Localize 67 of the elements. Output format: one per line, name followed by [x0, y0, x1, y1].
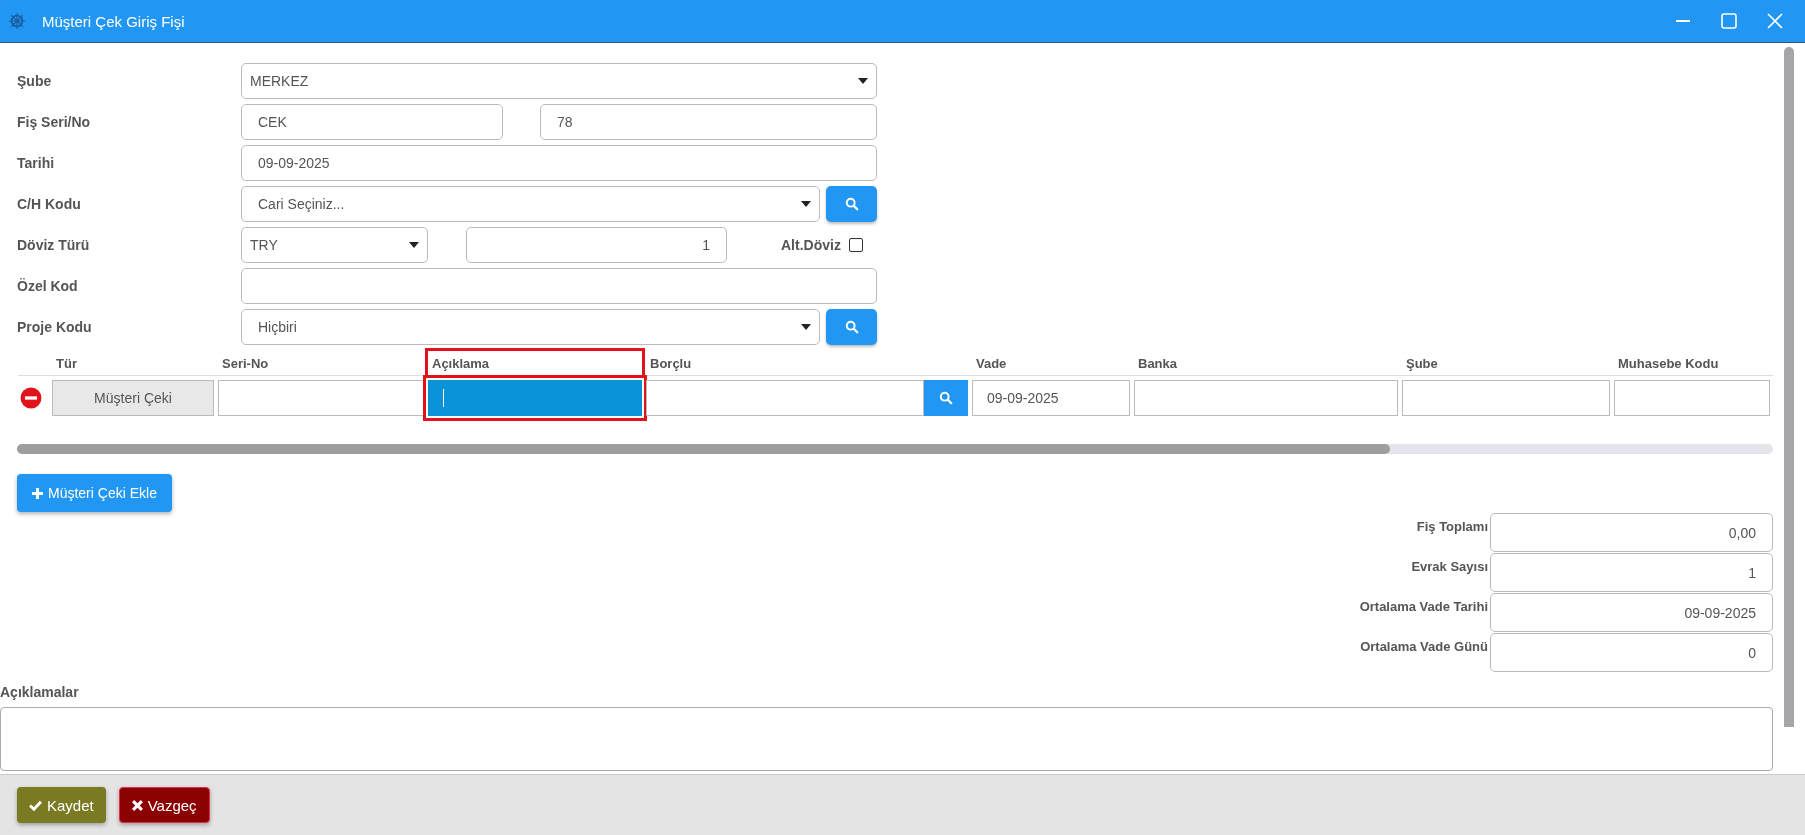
column-header: Banka	[1137, 354, 1179, 373]
close-icon[interactable]	[1765, 11, 1785, 31]
horizontal-scrollbar[interactable]	[17, 444, 1773, 454]
column-header: Seri-No	[221, 354, 270, 373]
search-icon	[844, 320, 859, 334]
field-label: Döviz Türü	[17, 237, 91, 253]
currency-select[interactable]: TRY	[241, 227, 428, 263]
summary-label: Fiş Toplamı	[1416, 518, 1488, 534]
column-header: Şube	[1405, 354, 1439, 373]
table-input-field[interactable]	[218, 380, 424, 416]
search-button[interactable]	[924, 380, 968, 416]
special-code-field[interactable]	[241, 268, 877, 304]
text-cursor	[443, 389, 444, 407]
scrollbar-thumb[interactable]	[17, 444, 1390, 454]
field-label: Şube	[17, 73, 53, 89]
caret-icon	[409, 242, 419, 248]
column-header: Borçlu	[649, 354, 693, 373]
checkbox[interactable]	[848, 238, 863, 252]
summary-field: 0	[1490, 633, 1773, 672]
remove-icon[interactable]	[20, 387, 42, 409]
cancel-button[interactable]: Vazgeç	[118, 787, 210, 823]
field-label: Proje Kodu	[17, 319, 93, 335]
exchange-rate-field[interactable]: 1	[466, 227, 727, 263]
notes-label: Açıklamalar	[0, 684, 80, 700]
close-icon	[131, 799, 143, 811]
vertical-scrollbar[interactable]	[1784, 47, 1794, 727]
window-title: Müşteri Çek Giriş Fişi	[42, 12, 185, 30]
field-label: Tarihi	[17, 155, 56, 171]
field-label: Özel Kod	[17, 278, 79, 294]
table-input-field[interactable]	[1134, 380, 1398, 416]
summary-field: 09-09-2025	[1490, 593, 1773, 632]
number-field[interactable]: 78	[540, 104, 877, 140]
save-button[interactable]: Kaydet	[17, 787, 106, 823]
check-icon	[29, 799, 42, 811]
summary-label: Ortalama Vade Günü	[1360, 638, 1488, 654]
column-header: Muhasebe Kodu	[1617, 354, 1720, 373]
debtor-field[interactable]	[646, 380, 924, 416]
column-header: Vade	[975, 354, 1008, 373]
summary-label: Evrak Sayısı	[1411, 558, 1488, 574]
summary-label: Ortalama Vade Tarihi	[1359, 598, 1488, 614]
search-button[interactable]	[826, 186, 877, 222]
type-field: Müşteri Çeki	[52, 380, 214, 416]
table-input-field[interactable]	[1614, 380, 1770, 416]
field-label: C/H Kodu	[17, 196, 82, 212]
checkbox-label: Alt.Döviz	[781, 237, 841, 253]
summary-field: 0,00	[1490, 513, 1773, 552]
table-input-field[interactable]	[1402, 380, 1610, 416]
ship-wheel-icon	[8, 12, 26, 30]
search-button[interactable]	[826, 309, 877, 345]
column-header: Açıklama	[428, 351, 642, 375]
caret-icon	[801, 201, 811, 207]
notes-textarea[interactable]	[0, 707, 1773, 771]
plus-icon	[32, 487, 43, 499]
search-icon	[844, 197, 859, 211]
caret-icon	[858, 78, 868, 84]
date-field[interactable]: 09-09-2025	[241, 145, 877, 181]
summary-field: 1	[1490, 553, 1773, 592]
branch-select[interactable]: MERKEZ	[241, 63, 877, 99]
column-header: Tür	[55, 354, 78, 373]
maximize-icon[interactable]	[1719, 11, 1739, 31]
caret-icon	[801, 324, 811, 330]
table-input-field[interactable]: 09-09-2025	[972, 380, 1130, 416]
field-label: Fiş Seri/No	[17, 114, 92, 130]
series-field[interactable]: CEK	[241, 104, 503, 140]
project-select[interactable]: Hiçbiri	[241, 309, 820, 345]
account-select[interactable]: Cari Seçiniz...	[241, 186, 820, 222]
search-icon	[939, 391, 953, 405]
